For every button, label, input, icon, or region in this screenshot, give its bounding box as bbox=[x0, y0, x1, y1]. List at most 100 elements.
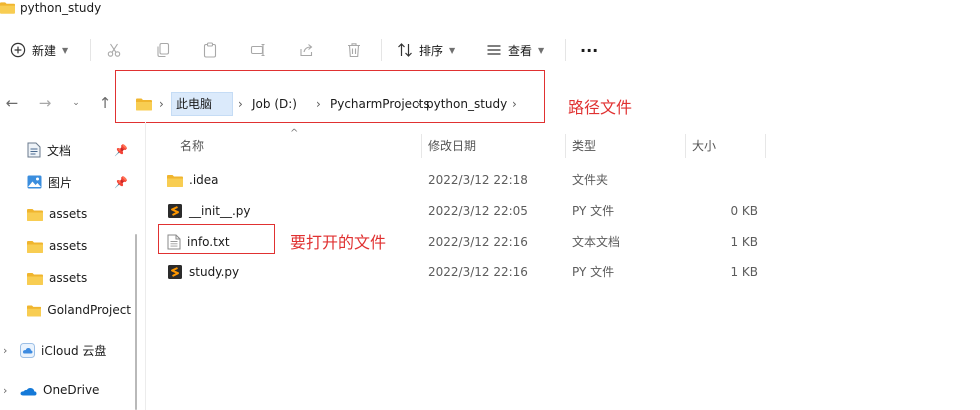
cut-button[interactable] bbox=[106, 32, 122, 68]
python-file-icon bbox=[168, 204, 182, 218]
file-modified: 2022/3/12 22:18 bbox=[428, 173, 528, 187]
file-name: .idea bbox=[189, 173, 219, 187]
more-options-button[interactable]: ··· bbox=[580, 32, 598, 68]
column-header-name[interactable]: 名称 bbox=[180, 132, 204, 160]
file-annotation-label: 要打开的文件 bbox=[290, 233, 387, 252]
more-options-icon: ··· bbox=[580, 40, 599, 60]
view-button-label: 查看 bbox=[508, 43, 533, 58]
clipboard-icon bbox=[203, 42, 217, 58]
python-file-icon bbox=[168, 265, 182, 279]
file-modified: 2022/3/12 22:16 bbox=[428, 235, 528, 249]
icloud-icon bbox=[20, 342, 35, 358]
sidebar-item-documents[interactable]: 文档 bbox=[27, 138, 71, 162]
onedrive-icon bbox=[20, 387, 37, 395]
folder-icon bbox=[27, 208, 43, 221]
file-row-name[interactable]: study.py bbox=[167, 257, 239, 287]
chevron-down-icon: ▼ bbox=[62, 45, 69, 55]
file-type: 文件夹 bbox=[572, 173, 609, 187]
file-name: __init__.py bbox=[189, 204, 251, 218]
file-name: study.py bbox=[189, 265, 240, 279]
sidebar-item-label: assets bbox=[49, 271, 88, 285]
sort-button[interactable]: 排序 ▼ bbox=[397, 32, 455, 68]
copy-button[interactable] bbox=[155, 32, 171, 68]
sort-ascending-icon: ^ bbox=[290, 128, 299, 139]
sidebar-item-label: OneDrive bbox=[43, 383, 100, 397]
command-bar: 新建 ▼ 排序 ▼ 查看 ▼ ··· bbox=[0, 32, 980, 68]
file-annotation-box bbox=[158, 224, 275, 254]
file-size: 0 KB bbox=[730, 204, 758, 218]
sidebar-item-onedrive[interactable]: OneDrive bbox=[20, 378, 99, 402]
folder-icon bbox=[0, 2, 15, 14]
sidebar-item-pictures[interactable]: 图片 bbox=[27, 170, 72, 194]
file-type: PY 文件 bbox=[572, 265, 615, 279]
chevron-down-icon: ▼ bbox=[538, 45, 545, 55]
file-type: 文本文档 bbox=[572, 235, 621, 249]
copy-icon bbox=[157, 42, 170, 58]
sort-arrows-icon bbox=[398, 43, 412, 57]
arrow-up-icon: ↑ bbox=[98, 94, 112, 112]
column-divider[interactable] bbox=[565, 134, 566, 158]
sidebar-divider bbox=[145, 122, 146, 410]
folder-icon bbox=[27, 272, 43, 285]
column-header-modified[interactable]: 修改日期 bbox=[428, 132, 476, 160]
paste-button[interactable] bbox=[202, 32, 218, 68]
file-type: PY 文件 bbox=[572, 204, 615, 218]
trash-icon bbox=[348, 43, 360, 58]
expand-chevron-icon[interactable]: › bbox=[3, 384, 7, 397]
document-icon bbox=[27, 142, 41, 158]
expand-chevron-icon[interactable]: › bbox=[3, 344, 7, 357]
sidebar-item-label: iCloud 云盘 bbox=[41, 343, 107, 358]
pin-icon: 📌 bbox=[114, 176, 128, 189]
folder-icon bbox=[27, 305, 42, 316]
column-divider[interactable] bbox=[765, 134, 766, 158]
toolbar-divider bbox=[565, 39, 566, 61]
scissors-icon bbox=[107, 43, 121, 57]
file-modified: 2022/3/12 22:16 bbox=[428, 265, 528, 279]
sidebar-item-label: 图片 bbox=[48, 175, 73, 190]
sidebar-item-label: assets bbox=[49, 239, 88, 253]
file-size: 1 KB bbox=[730, 235, 758, 249]
column-header-size[interactable]: 大小 bbox=[692, 132, 716, 160]
up-button[interactable]: ↑ bbox=[95, 92, 115, 114]
share-icon bbox=[300, 44, 313, 57]
folder-icon bbox=[27, 240, 43, 253]
delete-button[interactable] bbox=[346, 32, 362, 68]
recent-locations-button[interactable]: ⌄ bbox=[66, 92, 86, 114]
file-size: 1 KB bbox=[730, 265, 758, 279]
toolbar-divider bbox=[381, 39, 382, 61]
new-button-label: 新建 bbox=[32, 43, 57, 58]
column-header-type[interactable]: 类型 bbox=[572, 132, 596, 160]
sidebar-item-assets-3[interactable]: assets bbox=[27, 266, 87, 290]
sidebar-scrollbar[interactable] bbox=[135, 234, 137, 410]
sidebar-item-label: GolandProject bbox=[47, 303, 131, 317]
file-modified: 2022/3/12 22:05 bbox=[428, 204, 528, 218]
share-button[interactable] bbox=[299, 32, 315, 68]
window-title: python_study bbox=[20, 1, 102, 15]
file-row-name[interactable]: .idea bbox=[167, 165, 219, 195]
forward-button[interactable]: → bbox=[35, 92, 55, 114]
folder-icon bbox=[167, 174, 183, 187]
sidebar-item-golandproject[interactable]: GolandProject bbox=[27, 298, 131, 322]
rename-button[interactable] bbox=[250, 32, 266, 68]
new-button[interactable]: 新建 ▼ bbox=[10, 32, 68, 68]
chevron-down-icon: ⌄ bbox=[72, 98, 80, 108]
chevron-down-icon: ▼ bbox=[449, 45, 456, 55]
pin-icon: 📌 bbox=[114, 144, 128, 157]
sidebar-item-label: 文档 bbox=[47, 143, 72, 158]
view-button[interactable]: 查看 ▼ bbox=[486, 32, 544, 68]
back-button[interactable]: ← bbox=[2, 92, 22, 114]
sidebar-item-assets-2[interactable]: assets bbox=[27, 234, 87, 258]
column-divider[interactable] bbox=[685, 134, 686, 158]
plus-circle-icon bbox=[10, 42, 26, 58]
sidebar-item-icloud[interactable]: iCloud 云盘 bbox=[20, 338, 106, 362]
sidebar-item-label: assets bbox=[49, 207, 88, 221]
picture-icon bbox=[27, 175, 42, 189]
path-annotation-box bbox=[115, 70, 545, 123]
file-row-name[interactable]: __init__.py bbox=[167, 196, 251, 226]
arrow-left-icon: ← bbox=[5, 94, 19, 112]
column-divider[interactable] bbox=[421, 134, 422, 158]
sidebar-item-assets-1[interactable]: assets bbox=[27, 202, 87, 226]
toolbar-divider bbox=[90, 39, 91, 61]
sort-button-label: 排序 bbox=[419, 43, 444, 58]
path-annotation-label: 路径文件 bbox=[568, 98, 633, 117]
